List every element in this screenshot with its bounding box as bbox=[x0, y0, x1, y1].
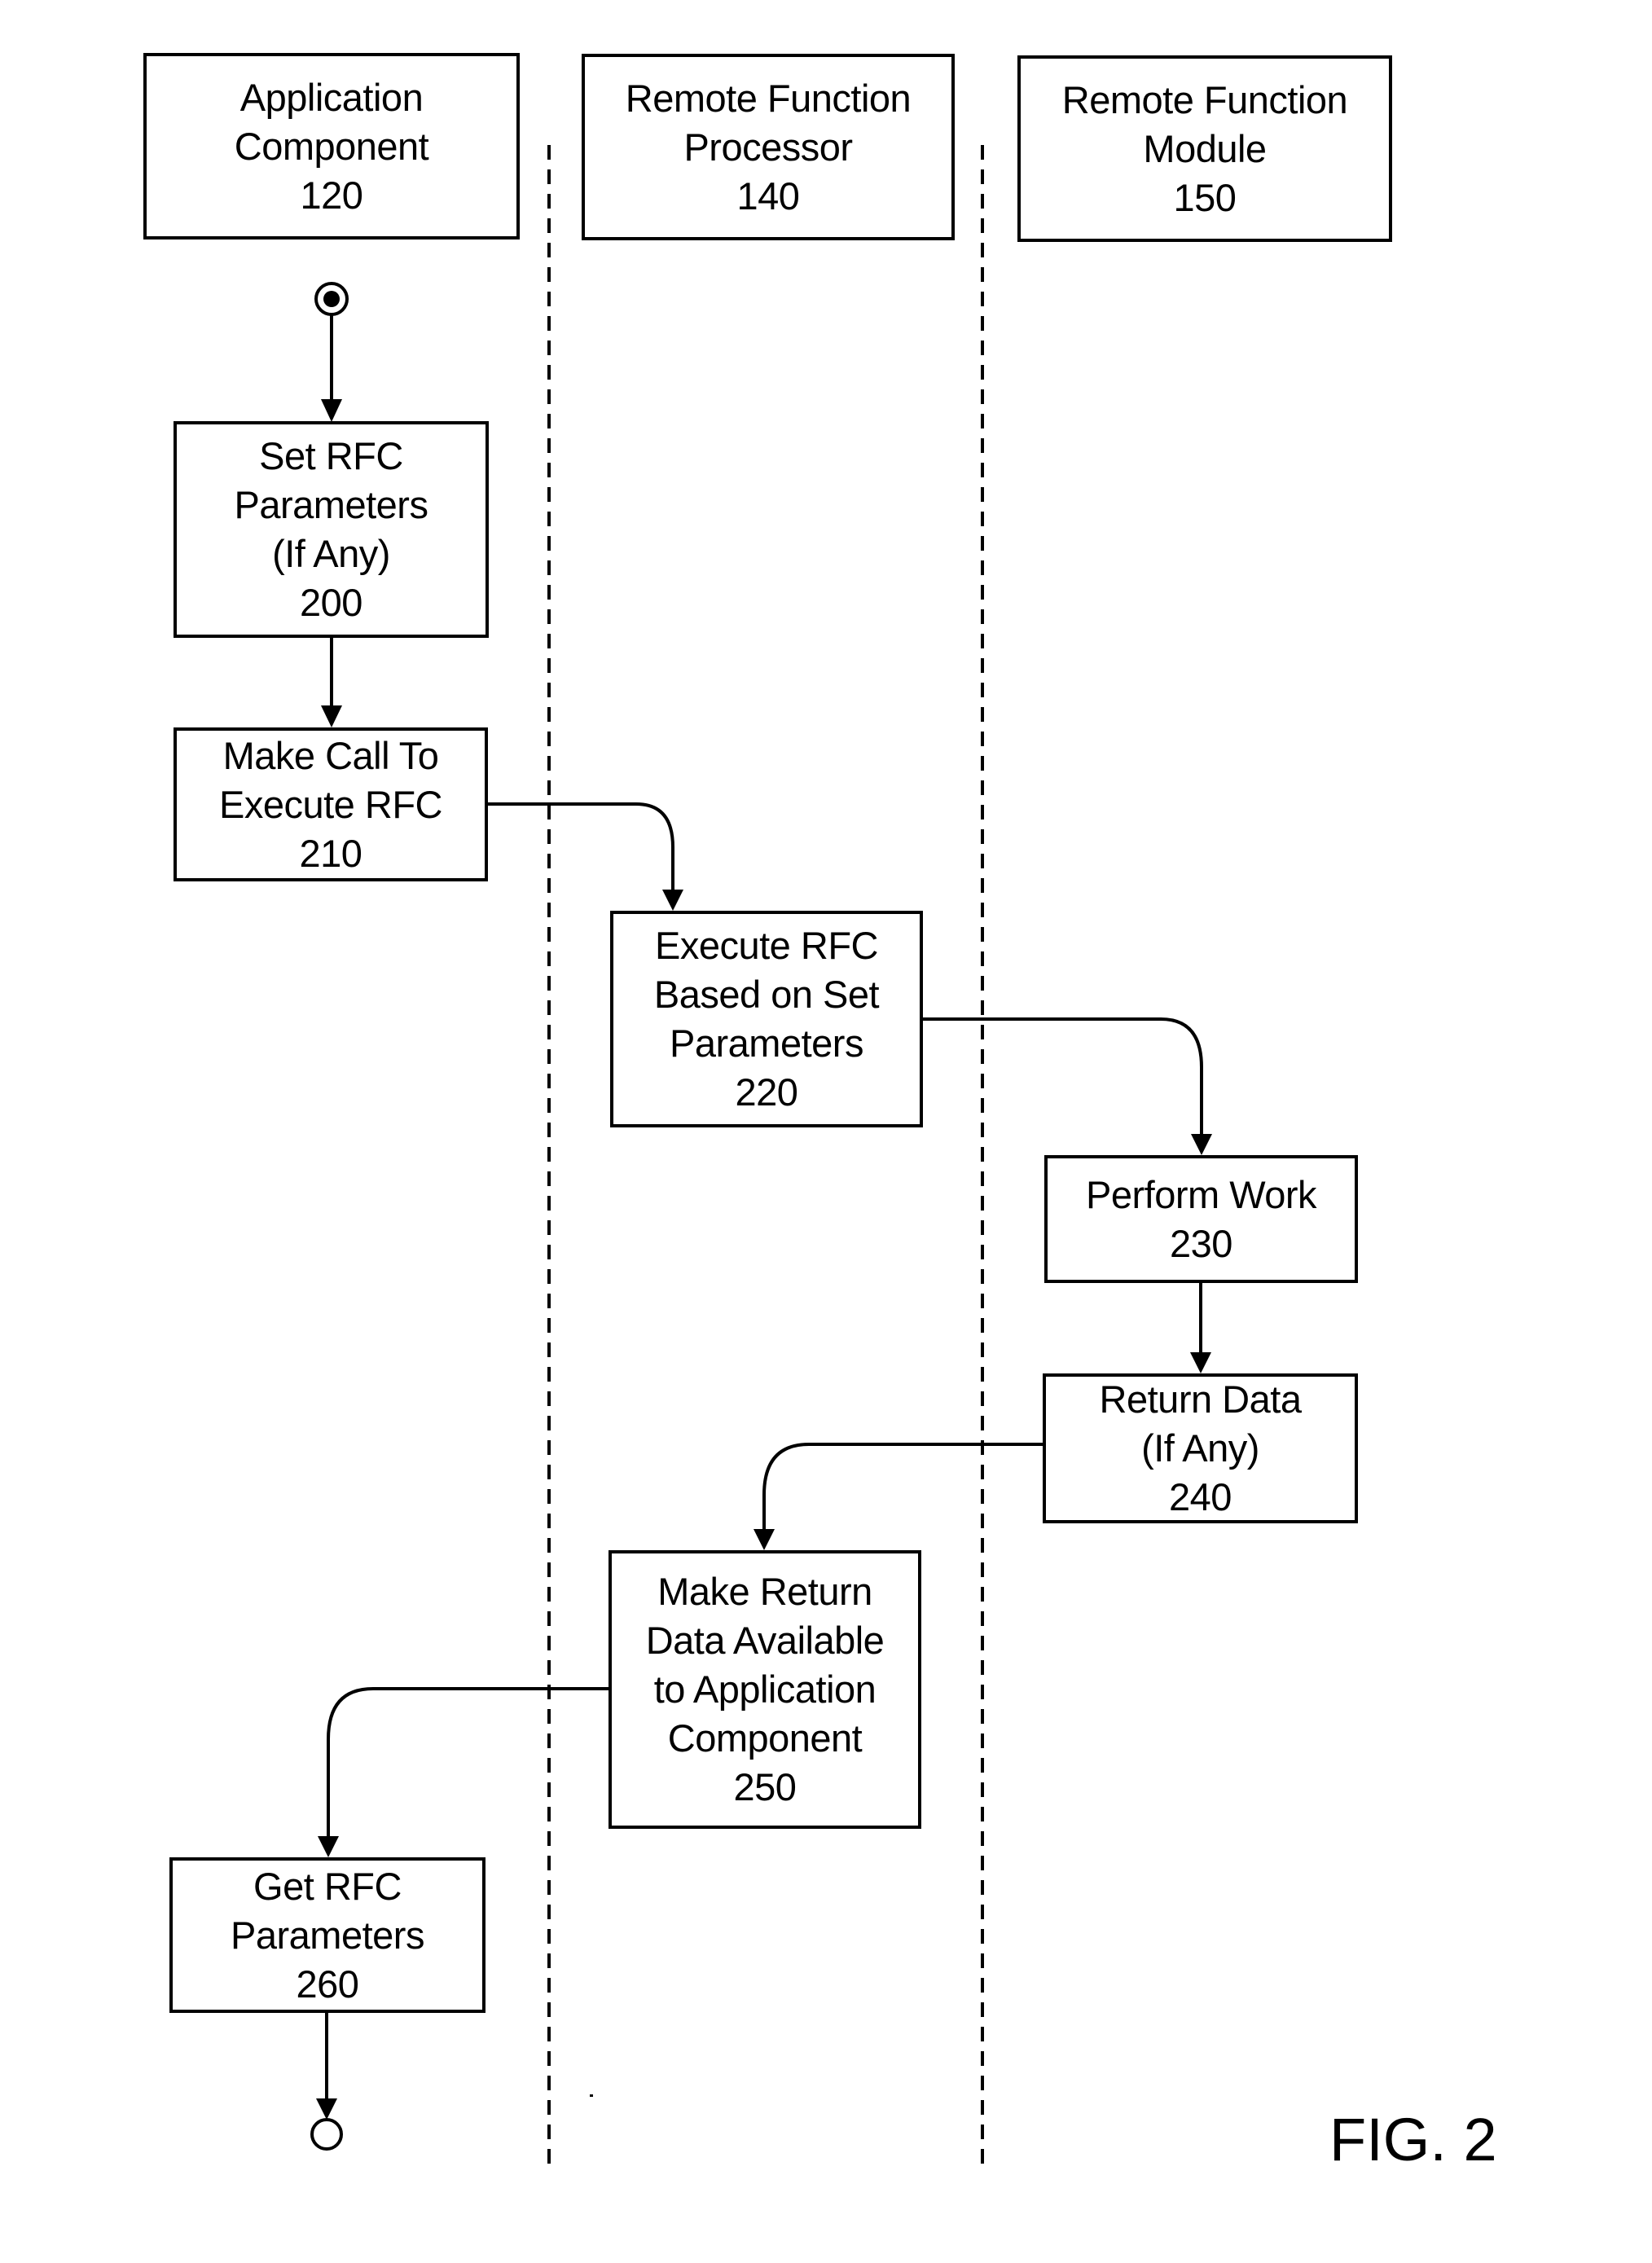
lane-header-line: Remote Function bbox=[1061, 77, 1348, 121]
lane-header-line: Application bbox=[239, 75, 424, 119]
arrowhead-icon bbox=[318, 1836, 339, 1857]
step-number: 200 bbox=[300, 581, 362, 624]
edge-210-to-220 bbox=[487, 802, 674, 890]
arrowhead-icon bbox=[754, 1529, 775, 1550]
step-text: Parameters bbox=[670, 1022, 863, 1065]
lane-header-application-component: Application Component 120 bbox=[143, 53, 520, 239]
lane-header-number: 150 bbox=[1173, 175, 1237, 219]
start-node-icon bbox=[314, 282, 349, 316]
end-node-icon bbox=[310, 2118, 343, 2151]
step-220-execute-rfc: Execute RFC Based on Set Parameters 220 bbox=[610, 911, 923, 1127]
step-text: Make Call To bbox=[222, 733, 439, 777]
edge-240-to-250 bbox=[762, 1443, 1043, 1529]
step-250-make-return-data-available: Make Return Data Available to Applicatio… bbox=[609, 1550, 921, 1829]
step-240-return-data: Return Data (If Any) 240 bbox=[1043, 1373, 1358, 1523]
lane-header-remote-function-processor: Remote Function Processor 140 bbox=[582, 54, 955, 240]
step-text: (If Any) bbox=[272, 532, 390, 575]
figure-label: FIG. 2 bbox=[1329, 2106, 1497, 2173]
step-text: Execute RFC bbox=[655, 924, 878, 967]
edge-250-to-260 bbox=[327, 1687, 609, 1836]
arrowhead-icon bbox=[1190, 1352, 1211, 1373]
step-text: to Application bbox=[653, 1668, 877, 1711]
step-text: Parameters bbox=[231, 1913, 424, 1957]
step-text: Perform Work bbox=[1086, 1172, 1317, 1216]
arrowhead-icon bbox=[662, 890, 683, 911]
step-text: Data Available bbox=[645, 1619, 885, 1662]
step-text: Set RFC bbox=[259, 434, 403, 477]
step-200-set-rfc-parameters: Set RFC Parameters (If Any) 200 bbox=[174, 421, 489, 638]
step-230-perform-work: Perform Work 230 bbox=[1044, 1155, 1358, 1283]
lane-header-line: Processor bbox=[683, 125, 853, 169]
step-number: 260 bbox=[296, 1962, 359, 2006]
arrowhead-icon bbox=[321, 399, 342, 422]
step-text: Return Data bbox=[1099, 1378, 1302, 1421]
edge-220-to-230 bbox=[922, 1017, 1203, 1134]
step-text: Based on Set bbox=[653, 973, 880, 1016]
step-number: 230 bbox=[1170, 1221, 1232, 1265]
scan-speck bbox=[590, 2094, 593, 2097]
arrowhead-icon bbox=[321, 705, 342, 727]
lane-header-number: 120 bbox=[300, 173, 363, 217]
lane-header-line: Module bbox=[1143, 126, 1267, 170]
step-210-make-call: Make Call To Execute RFC 210 bbox=[174, 727, 488, 881]
step-number: 250 bbox=[733, 1765, 797, 1808]
step-text: Component bbox=[667, 1716, 863, 1760]
step-number: 220 bbox=[735, 1070, 798, 1114]
lane-header-line: Remote Function bbox=[625, 76, 912, 120]
lane-header-number: 140 bbox=[736, 174, 800, 218]
step-text: Parameters bbox=[234, 483, 428, 526]
step-260-get-rfc-parameters: Get RFC Parameters 260 bbox=[169, 1857, 485, 2013]
step-number: 240 bbox=[1169, 1475, 1232, 1518]
arrowhead-icon bbox=[316, 2098, 337, 2120]
lane-header-line: Component bbox=[234, 124, 429, 168]
lane-header-remote-function-module: Remote Function Module 150 bbox=[1017, 55, 1392, 242]
step-text: Make Return bbox=[657, 1570, 872, 1613]
step-text: (If Any) bbox=[1141, 1426, 1259, 1470]
arrowhead-icon bbox=[1191, 1134, 1212, 1155]
step-text: Get RFC bbox=[253, 1864, 402, 1908]
step-number: 210 bbox=[299, 831, 362, 875]
step-text: Execute RFC bbox=[219, 782, 442, 826]
